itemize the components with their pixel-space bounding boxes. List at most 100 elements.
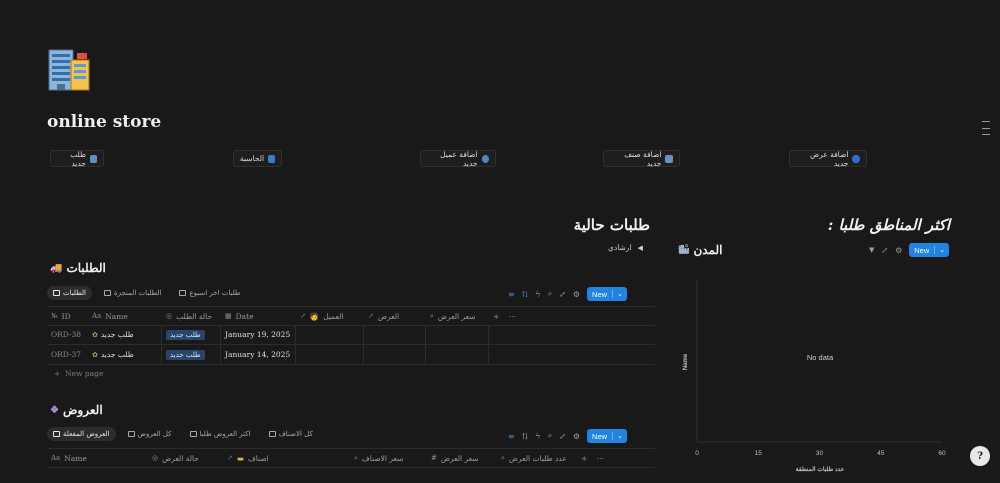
filter-icon[interactable]: ▼ <box>869 246 874 254</box>
more-options-icon[interactable]: ··· <box>505 307 521 325</box>
person-icon <box>481 154 489 163</box>
plant-icon: ✿ <box>92 330 98 339</box>
expand-icon[interactable]: ⤢ <box>559 290 566 299</box>
text-icon: Aa <box>51 454 61 462</box>
relation-icon: ↗ <box>227 454 233 462</box>
filter-icon[interactable]: ≡ <box>508 432 515 441</box>
table-icon <box>127 431 135 437</box>
column-items[interactable]: ↗ ▬ اصناف <box>223 449 350 467</box>
column-offer-order-count[interactable]: ⌕ عدد طلبات العرض <box>497 449 577 467</box>
row-customer-cell[interactable] <box>296 325 364 344</box>
delivery-truck-icon: 🚚 <box>50 262 63 274</box>
office-building-icon <box>47 48 91 92</box>
automation-icon[interactable]: ϟ <box>535 290 540 299</box>
row-status-cell[interactable]: طلب جديد <box>162 345 221 364</box>
table-row[interactable]: ORD-37 ✿ طلب جديد طلب جديد January 14, 2… <box>47 345 655 365</box>
row-status-cell[interactable]: طلب جديد <box>162 325 221 344</box>
column-offer-price[interactable]: # سعر العرض <box>427 449 497 467</box>
add-column-button[interactable]: + <box>577 449 593 467</box>
table-row[interactable]: ORD-38 ✿ طلب جديد طلب جديد January 19, 2… <box>47 325 655 345</box>
row-customer-cell[interactable] <box>296 345 364 364</box>
search-icon[interactable]: ⌕ <box>548 289 552 299</box>
column-name[interactable]: Aa Name <box>47 449 148 467</box>
expand-icon[interactable]: ⤢ <box>881 246 888 255</box>
guide-toggle[interactable]: ارشادي ◀ <box>608 243 643 252</box>
cities-new-button[interactable]: New ⌄ <box>909 243 950 257</box>
automation-icon[interactable]: ϟ <box>535 432 540 441</box>
settings-icon[interactable]: ⚙ <box>573 432 580 441</box>
outline-marker[interactable] <box>982 134 990 135</box>
sort-icon[interactable]: ⇅ <box>522 290 529 299</box>
row-name-cell[interactable]: ✿ طلب جديد <box>88 325 162 344</box>
add-customer-button[interactable]: اضافة عميل جديد <box>420 150 496 168</box>
chart-x-tick-label: 0 <box>695 450 699 457</box>
search-icon[interactable]: ⌕ <box>548 431 552 441</box>
chevron-down-icon[interactable]: ⌄ <box>612 290 627 298</box>
calculator-icon <box>268 154 275 163</box>
outline-marker[interactable] <box>982 128 990 129</box>
row-id: ORD-38 <box>51 330 82 339</box>
new-order-button[interactable]: طلب جديد <box>50 150 104 168</box>
row-date[interactable]: January 14, 2025 <box>221 345 296 364</box>
box-icon <box>665 154 673 163</box>
tab-all-items[interactable]: كل الاصناف <box>263 427 319 441</box>
orders-new-button[interactable]: New ⌄ <box>587 287 627 301</box>
tab-last-week-orders[interactable]: طلبات اخر اسبوع <box>173 286 246 300</box>
cities-toolbar: ▼ ⤢ ⚙ New ⌄ <box>869 243 950 257</box>
tab-all-offers[interactable]: كل العروض <box>122 427 178 441</box>
tab-active-offers[interactable]: العروض المفعلة <box>47 427 116 441</box>
column-offer[interactable]: ↗ العرض <box>364 307 426 325</box>
relation-icon: ↗ <box>368 312 374 320</box>
column-items-price[interactable]: ⌕ سعر الاصناف <box>350 449 427 467</box>
search-icon: ⌕ <box>430 311 434 320</box>
top-regions-heading: اكثر المناطق طلبا : <box>827 216 950 234</box>
column-date[interactable]: ▦ Date <box>221 307 296 325</box>
board-icon <box>268 431 276 437</box>
offers-toolbar: ≡ ⇅ ϟ ⌕ ⤢ ⚙ New ⌄ <box>508 429 627 443</box>
chevron-down-icon[interactable]: ⌄ <box>612 432 627 440</box>
search-icon: ⌕ <box>354 453 358 462</box>
filter-icon[interactable]: ≡ <box>508 290 515 299</box>
building-icon <box>89 154 97 163</box>
offers-view-tabs: العروض المفعلة كل العروض اكثر العروض طلب… <box>47 427 319 441</box>
help-button[interactable]: ? <box>970 446 990 466</box>
row-offer-cell[interactable] <box>364 345 426 364</box>
column-name[interactable]: Aa Name <box>88 307 162 325</box>
table-icon <box>103 290 111 296</box>
chart-x-tick-label: 60 <box>938 450 946 457</box>
tab-completed-orders[interactable]: الطلبات المنجزة <box>98 286 167 300</box>
row-date[interactable]: January 19, 2025 <box>221 325 296 344</box>
chart-x-tick-label: 45 <box>877 450 885 457</box>
settings-icon[interactable]: ⚙ <box>573 290 580 299</box>
table-icon <box>189 431 197 437</box>
chevron-down-icon[interactable]: ⌄ <box>934 246 949 254</box>
status-badge: طلب جديد <box>166 329 205 340</box>
tab-most-requested-offers[interactable]: اكثر العروض طلبا <box>184 427 257 441</box>
row-name-cell[interactable]: ✿ طلب جديد <box>88 345 162 364</box>
column-id[interactable]: № ID <box>47 307 88 325</box>
table-icon <box>53 290 60 296</box>
status-badge: طلب جديد <box>166 349 205 360</box>
outline-marker[interactable] <box>982 121 990 122</box>
offers-db-title: ❖ العروض <box>50 403 103 417</box>
offers-new-button[interactable]: New ⌄ <box>587 429 627 443</box>
row-offer-price-cell[interactable] <box>426 345 489 364</box>
row-offer-cell[interactable] <box>364 325 426 344</box>
new-page-button[interactable]: + New page <box>54 369 103 378</box>
column-offer-price[interactable]: ⌕ سعر العرض <box>426 307 489 325</box>
expand-icon[interactable]: ⤢ <box>559 432 566 441</box>
chart-y-label: Name <box>683 353 689 370</box>
column-order-status[interactable]: ◎ حالة الطلب <box>162 307 221 325</box>
calculator-button[interactable]: الحاسبة <box>233 150 282 167</box>
chart-x-label: عدد طلبات المنطقة <box>796 466 845 473</box>
add-item-button[interactable]: اضافة صنف جديد <box>603 150 680 168</box>
row-offer-price-cell[interactable] <box>426 325 489 344</box>
sort-icon[interactable]: ⇅ <box>522 432 529 441</box>
more-options-icon[interactable]: ··· <box>593 449 609 467</box>
add-offer-button[interactable]: اضافة عرض جديد <box>789 150 867 168</box>
column-customer[interactable]: ↗ 🧑 العميل <box>296 307 364 325</box>
settings-icon[interactable]: ⚙ <box>895 246 902 255</box>
column-offer-status[interactable]: ◎ حالة العرض <box>148 449 223 467</box>
add-column-button[interactable]: + <box>489 307 505 325</box>
tab-orders[interactable]: الطلبات <box>47 286 92 300</box>
